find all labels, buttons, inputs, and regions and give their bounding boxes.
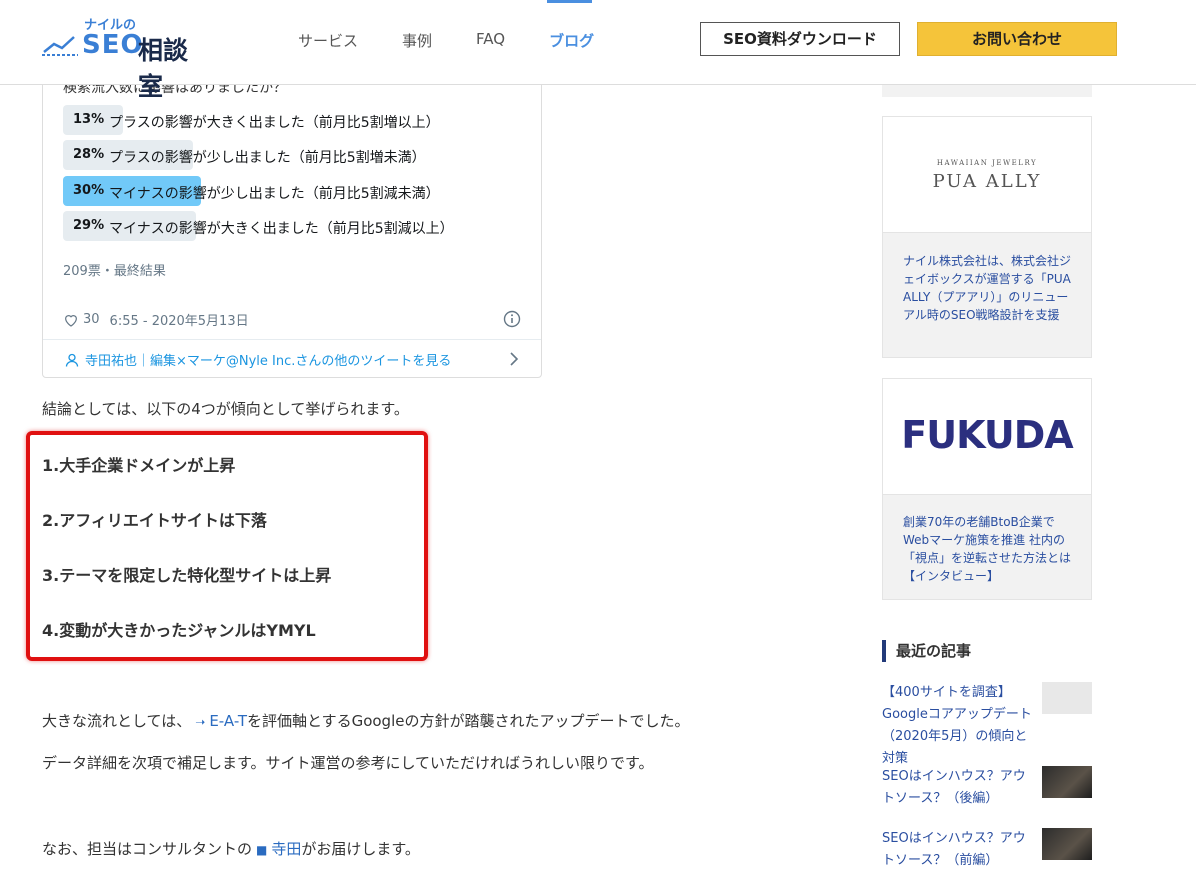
nav-item-blog[interactable]: ブログ xyxy=(549,30,594,51)
sidebar-case-card[interactable]: HAWAIIAN JEWELRY PUA ALLY ナイル株式会社は、株式会社ジ… xyxy=(882,116,1092,358)
conclusion-item: 1.大手企業ドメインが上昇 xyxy=(42,456,236,475)
recent-article-title[interactable]: 【400サイトを調査】Googleコアアップデート（2020年5月）の傾向と対策 xyxy=(882,682,1036,770)
sidebar-case-card[interactable]: FUKUDA 創業70年の老舗BtoB企業でWebマーケ施策を推進 社内の「視点… xyxy=(882,378,1092,600)
article-thumbnail[interactable] xyxy=(1042,766,1092,798)
like-count: 30 xyxy=(83,312,100,327)
nav-item-services[interactable]: サービス xyxy=(298,30,358,51)
conclusion-item: 3.テーマを限定した特化型サイトは上昇 xyxy=(42,566,332,585)
nav-item-cases[interactable]: 事例 xyxy=(402,30,432,51)
logo-seo: SEO xyxy=(82,30,144,60)
poll-percent: 29% xyxy=(73,218,105,233)
paragraph-text: なお、担当はコンサルタントの xyxy=(42,840,253,858)
poll-option: 13% プラスの影響が大きく出ました（前月比5割増以上） xyxy=(63,105,523,135)
profile-link-icon: ■ xyxy=(256,843,268,857)
case-logo: FUKUDA xyxy=(883,379,1091,495)
tweet-meta: 30 6:55 - 2020年5月13日 xyxy=(63,310,249,329)
case-description[interactable]: ナイル株式会社は、株式会社ジェイボックスが運営する「PUA ALLY（プアアリ）… xyxy=(903,252,1075,324)
paragraph-text: 大きな流れとしては、 xyxy=(42,712,192,730)
conclusion-item: 4.変動が大きかったジャンルはYMYL xyxy=(42,621,316,640)
article-thumbnail[interactable] xyxy=(1042,682,1092,714)
poll-percent: 28% xyxy=(73,147,105,162)
article-paragraph: 大きな流れとしては、 ➝ E-A-Tを評価軸とするGoogleの方針が踏襲されたアッ… xyxy=(42,710,689,731)
recent-articles-heading: 最近の記事 xyxy=(882,640,971,662)
info-icon[interactable] xyxy=(503,310,521,328)
poll-label: プラスの影響が少し出ました（前月比5割増未満） xyxy=(109,150,426,166)
logo-title: 相談室 xyxy=(138,36,189,101)
article-paragraph: データ詳細を次項で補足します。サイト運営の参考にしていただければうれしい限りです… xyxy=(42,754,654,772)
site-header: ナイルの SEO 相談室 サービス 事例 FAQ ブログ SEO資料ダウンロード… xyxy=(0,0,1196,101)
recent-article-title[interactable]: SEOはインハウス？アウトソース？（後編） xyxy=(882,766,1036,810)
poll-option: 30% マイナスの影響が少し出ました（前月比5割減未満） xyxy=(63,176,523,206)
poll-option: 28% プラスの影響が少し出ました（前月比5割増未満） xyxy=(63,140,523,170)
more-tweets-link[interactable]: 寺田祐也｜編集×マーケ@Nyle Inc.さんの他のツイートを見る xyxy=(65,350,451,369)
poll-label: プラスの影響が大きく出ました（前月比5割増以上） xyxy=(109,115,440,131)
paragraph-text: を評価軸とするGoogleの方針が踏襲されたアップデートでした。 xyxy=(247,712,690,730)
poll-percent: 13% xyxy=(73,112,105,127)
chart-trend-icon xyxy=(42,36,78,56)
chevron-right-icon[interactable] xyxy=(509,351,519,367)
poll-label: マイナスの影響が大きく出ました（前月比5割減以上） xyxy=(109,221,454,237)
author-link[interactable]: 寺田 xyxy=(271,840,301,858)
more-tweets-label: 寺田祐也｜編集×マーケ@Nyle Inc.さんの他のツイートを見る xyxy=(85,354,452,369)
poll-percent: 30% xyxy=(73,183,105,198)
tweet-footer[interactable]: 寺田祐也｜編集×マーケ@Nyle Inc.さんの他のツイートを見る xyxy=(43,339,541,378)
poll-option: 29% マイナスの影響が大きく出ました（前月比5割減以上） xyxy=(63,211,523,241)
nav-item-faq[interactable]: FAQ xyxy=(476,30,505,51)
contact-button[interactable]: お問い合わせ xyxy=(917,22,1117,56)
paragraph-text: がお届けします。 xyxy=(301,840,420,858)
article-thumbnail[interactable] xyxy=(1042,828,1092,860)
poll-votes: 209票・最終結果 xyxy=(63,264,166,279)
case-logo: HAWAIIAN JEWELRY PUA ALLY xyxy=(883,117,1091,233)
download-button[interactable]: SEO資料ダウンロード xyxy=(700,22,900,56)
embedded-tweet: 検索流入数に影響はありましたか？ 13% プラスの影響が大きく出ました（前月比5… xyxy=(42,60,542,378)
external-link-icon: ➝ xyxy=(195,715,206,729)
heart-icon[interactable] xyxy=(63,312,79,328)
article-paragraph: なお、担当はコンサルタントの ■ 寺田がお届けします。 xyxy=(42,838,420,859)
eat-link[interactable]: E-A-T xyxy=(209,712,247,730)
user-icon xyxy=(65,353,79,367)
poll-label: マイナスの影響が少し出ました（前月比5割減未満） xyxy=(109,186,440,202)
nav-active-indicator xyxy=(547,0,592,3)
case-logo-subtitle: HAWAIIAN JEWELRY xyxy=(936,159,1038,167)
case-description[interactable]: 創業70年の老舗BtoB企業でWebマーケ施策を推進 社内の「視点」を逆転させた… xyxy=(903,513,1075,585)
sidebar-previous-card xyxy=(882,85,1092,97)
main-nav: サービス 事例 FAQ ブログ xyxy=(298,30,638,51)
article-intro: 結論としては、以下の4つが傾向として挙げられます。 xyxy=(42,400,409,418)
case-logo-title: FUKUDA xyxy=(901,413,1073,457)
tweet-timestamp[interactable]: 6:55 - 2020年5月13日 xyxy=(110,310,249,329)
recent-article-title[interactable]: SEOはインハウス？アウトソース？（前編） xyxy=(882,828,1036,872)
conclusion-item: 2.アフィリエイトサイトは下落 xyxy=(42,511,267,530)
site-logo[interactable]: ナイルの SEO 相談室 xyxy=(42,14,202,101)
case-logo-title: PUA ALLY xyxy=(932,171,1042,192)
